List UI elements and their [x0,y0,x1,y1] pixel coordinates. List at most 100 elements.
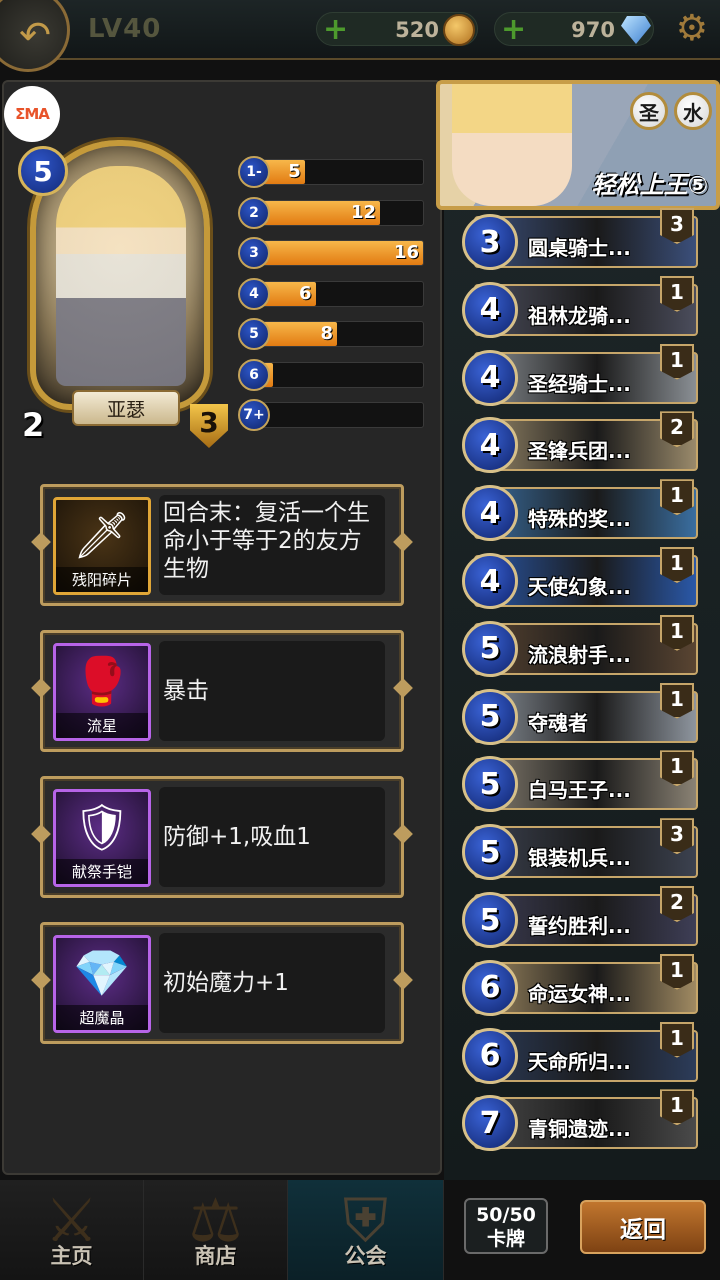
card-cost-badge: 5 [462,892,518,948]
deck-card-row[interactable]: 圣锋兵团... 4 2 [462,411,698,474]
equipment-name: 残阳碎片 [56,567,148,592]
equipment-slot[interactable]: 🥊 流星 暴击 [40,630,404,752]
mana-curve: 1-52123164658627+1 [238,156,424,440]
mana-curve-row: 58 [238,318,424,350]
mana-curve-row: 62 [238,358,424,391]
equipment-name: 献祭手铠 [56,859,148,884]
card-count-value: 50/50 [476,1204,536,1226]
mana-curve-bar: 16 [251,241,423,265]
mana-curve-track: 8 [250,321,424,347]
mana-cost-badge: 6 [238,358,270,391]
mana-curve-count: 6 [298,282,312,304]
equipment-description-box: 暴击 [159,641,385,741]
card-cost-badge: 7 [462,1095,518,1152]
deck-card-row[interactable]: 白马王子... 5 1 [462,750,698,813]
deck-card-row[interactable]: 命运女神... 6 1 [462,953,698,1016]
mana-curve-count: 8 [320,323,333,344]
mana-curve-row: 2 12 [238,196,424,229]
settings-gear-icon[interactable]: ⚙ [676,10,708,48]
card-cost-badge: 4 [462,417,518,474]
equipment-slot[interactable]: 💎 超魔晶 初始魔力+1 [40,922,404,1044]
deck-hero-header[interactable]: 圣 水 轻松上王⑤ [436,80,720,210]
mana-curve-track: 16 [250,240,424,266]
watermark-logo: ΣMA [4,86,60,142]
card-name: 白马王子... [528,778,631,803]
nav-tab-guild[interactable]: ⛨ 公会 [288,1180,444,1280]
equipment-slot[interactable]: 🛡 献祭手铠 防御+1,吸血1 [40,776,404,898]
gauntlet-icon: 🥊 [73,654,131,708]
deck-card-row[interactable]: 夺魂者 5 1 [462,682,698,745]
card-name: 圆桌骑士... [528,236,631,260]
return-button[interactable]: 返回 [580,1200,706,1254]
equipment-slot[interactable]: 🗡 残阳碎片 回合末：复活一个生命小于等于2的友方生物 [40,484,404,606]
hero-cost-badge: 5 [18,146,68,196]
card-cost-badge: 5 [462,620,518,677]
equipment-description-box: 回合末：复活一个生命小于等于2的友方生物 [159,495,385,595]
deck-card-row[interactable]: 青铜遗迹... 7 1 [462,1089,698,1152]
add-gold-icon[interactable]: + [323,15,348,45]
gem-counter[interactable]: + 970 [494,12,654,46]
equipment-description: 暴击 [163,678,209,704]
mana-curve-row: 3 16 [238,237,424,269]
deck-card-row[interactable]: 特殊的奖... 4 1 [462,479,698,542]
equipment-name: 流星 [56,713,148,738]
deck-card-row[interactable]: 银装机兵... 5 3 [462,818,698,881]
card-cost-badge: 4 [462,553,518,609]
card-name: 天命所归... [528,1049,631,1074]
mana-cost-badge: 2 [238,196,270,229]
mana-curve-track: 1 [245,402,424,428]
mana-curve-track: 5 [250,159,424,185]
mana-curve-track: 12 [250,199,424,226]
deck-card-row[interactable]: 流浪射手... 5 1 [462,614,698,677]
gem-value: 970 [571,18,615,42]
deck-card-row[interactable]: 祖林龙骑... 4 1 [462,275,698,338]
mana-cost-badge: 5 [238,318,270,350]
card-name: 命运女神... [528,981,631,1006]
player-level: LV40 [88,14,162,44]
card-name: 银装机兵... [528,846,631,871]
mana-curve-count: 12 [350,201,376,223]
gold-counter[interactable]: + 520 [316,12,478,46]
back-button[interactable]: ↶ [0,0,70,72]
mana-cost-badge: 4 [238,277,270,310]
deck-card-row[interactable]: 誓约胜利... 5 2 [462,886,698,948]
card-count-label: 卡牌 [486,1228,525,1250]
deck-card-count: 50/50 卡牌 [464,1198,548,1254]
nav-label-home: 主页 [50,1244,93,1268]
card-cost-badge: 6 [462,1027,518,1084]
nav-tab-home[interactable]: ⚔ 主页 [0,1180,144,1280]
card-cost-badge: 4 [462,349,518,406]
mana-cost-badge: 3 [238,237,270,269]
mana-cost-badge: 1- [238,156,270,188]
card-cost-badge: 5 [462,824,518,881]
diamond-icon [621,16,651,44]
deck-card-row[interactable]: 天使幻象... 4 1 [462,547,698,609]
armor-glove-icon: 🛡 [72,800,132,854]
card-name: 夺魂者 [528,710,588,735]
deck-card-row[interactable]: 天命所归... 6 1 [462,1021,698,1084]
add-gem-icon[interactable]: + [501,15,526,45]
back-arrow-icon: ↶ [19,13,51,57]
nav-tab-shop[interactable]: ⚖ 商店 [144,1180,288,1280]
class-tag-holy: 圣 [630,92,668,130]
mana-cost-badge: 7+ [238,399,270,431]
equipment-icon-frame[interactable]: 💎 超魔晶 [53,935,151,1033]
deck-card-row[interactable]: 圆桌骑士... 3 3 [462,208,698,270]
equipment-icon-frame[interactable]: 🗡 残阳碎片 [53,497,151,595]
equipment-icon-frame[interactable]: 🛡 献祭手铠 [53,789,151,887]
equipment-description: 初始魔力+1 [163,970,289,996]
equipment-icon-frame[interactable]: 🥊 流星 [53,643,151,741]
mana-curve-row: 46 [238,277,424,310]
card-cost-badge: 5 [462,688,518,745]
card-cost-badge: 5 [462,756,518,813]
deck-title: 轻松上王⑤ [591,171,708,199]
equipment-description-box: 初始魔力+1 [159,933,385,1033]
card-name: 天使幻象... [528,575,631,599]
mana-curve-bar: 12 [251,200,380,225]
hero-name: 亚瑟 [72,390,180,426]
deck-card-row[interactable]: 圣经骑士... 4 1 [462,343,698,406]
card-name: 圣经骑士... [528,371,631,396]
card-name: 特殊的奖... [528,507,631,532]
mana-curve-count: 5 [288,161,301,182]
card-cost-badge: 3 [462,214,518,270]
